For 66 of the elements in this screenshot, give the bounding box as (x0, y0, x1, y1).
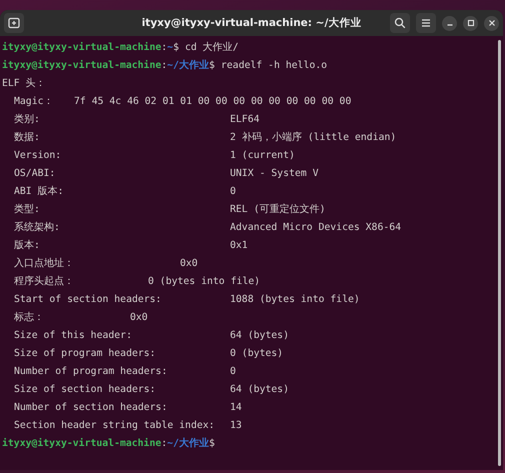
field-label: Section header string table index: (14, 419, 216, 433)
prompt-user: ityxy@ityxy-virtual-machine (2, 437, 162, 451)
window-title: ityxy@ityxy-virtual-machine: ~/大作业 (142, 16, 362, 30)
field-label: OS/ABI: (14, 167, 56, 181)
close-button[interactable] (484, 16, 499, 30)
field-value: REL (可重定位文件) (230, 202, 326, 217)
field-value: 1088 (bytes into file) (230, 293, 360, 307)
command-text: cd 大作业/ (184, 40, 239, 55)
scrollbar[interactable] (498, 40, 501, 466)
field-value: 64 (bytes) (230, 329, 289, 343)
prompt-user: ityxy@ityxy-virtual-machine (2, 59, 162, 73)
command-text: readelf -h hello.o (220, 59, 328, 73)
field-label: 程序头起点： (14, 274, 75, 289)
field-value: 0x0 (130, 311, 148, 325)
output-heading: ELF 头： (2, 76, 46, 91)
prompt-path: ~/大作业 (167, 58, 209, 73)
field-label: Version: (14, 149, 62, 163)
prompt-separator: : (161, 437, 168, 451)
field-label: Size of this header: (14, 329, 133, 343)
field-value: 7f 45 4c 46 02 01 01 00 00 00 00 00 00 00 00 00 (74, 95, 352, 109)
maximize-button[interactable] (463, 16, 478, 30)
field-value: 0x1 (230, 239, 248, 253)
field-label: 类别: (14, 112, 41, 127)
field-label: 系统架构: (14, 220, 61, 235)
search-button[interactable] (390, 13, 410, 33)
search-icon (394, 17, 406, 29)
prompt-symbol: $ (208, 438, 215, 451)
new-tab-button[interactable] (4, 13, 24, 33)
menu-icon (420, 17, 432, 29)
field-label: Number of section headers: (14, 401, 168, 415)
field-label: 标志： (14, 310, 45, 325)
field-value: 2 补码，小端序 (little endian) (230, 130, 396, 145)
prompt-user: ityxy@ityxy-virtual-machine (2, 41, 162, 55)
field-value: 0 (230, 365, 236, 379)
field-label: 数据: (14, 131, 41, 145)
field-value: 0 (bytes) (230, 347, 284, 361)
field-value: 1 (current) (230, 149, 295, 163)
field-label: Start of section headers: (14, 293, 162, 307)
field-label: Size of section headers: (14, 383, 157, 397)
new-tab-icon (8, 17, 20, 29)
prompt-separator: : (161, 59, 168, 73)
minimize-button[interactable] (442, 16, 457, 30)
prompt-path: ~/大作业 (167, 436, 209, 451)
maximize-icon (466, 19, 474, 27)
field-value: 64 (bytes) (230, 383, 289, 397)
field-value: 0x0 (180, 257, 198, 271)
close-icon (488, 19, 496, 27)
field-label: 版本: (14, 238, 41, 253)
field-value: 0 (230, 185, 236, 199)
field-value: 13 (230, 419, 242, 433)
field-label: ABI 版本: (14, 184, 64, 199)
prompt-symbol: $ (173, 41, 179, 55)
field-label: 入口点地址： (14, 256, 75, 271)
field-label: Size of program headers: (14, 347, 157, 361)
field-label: Number of program headers: (14, 365, 168, 379)
field-label: Magic： (14, 95, 54, 109)
prompt-symbol: $ (208, 60, 215, 73)
prompt-separator: : (161, 41, 168, 55)
field-value: ELF64 (230, 113, 260, 127)
field-value: 14 (230, 401, 242, 415)
field-value: UNIX - System V (230, 167, 318, 181)
field-value: 0 (bytes into file) (148, 275, 260, 289)
field-label: 类型: (14, 202, 41, 217)
menu-button[interactable] (416, 13, 436, 33)
field-value: Advanced Micro Devices X86-64 (230, 221, 402, 235)
prompt-path: ~ (167, 41, 174, 55)
